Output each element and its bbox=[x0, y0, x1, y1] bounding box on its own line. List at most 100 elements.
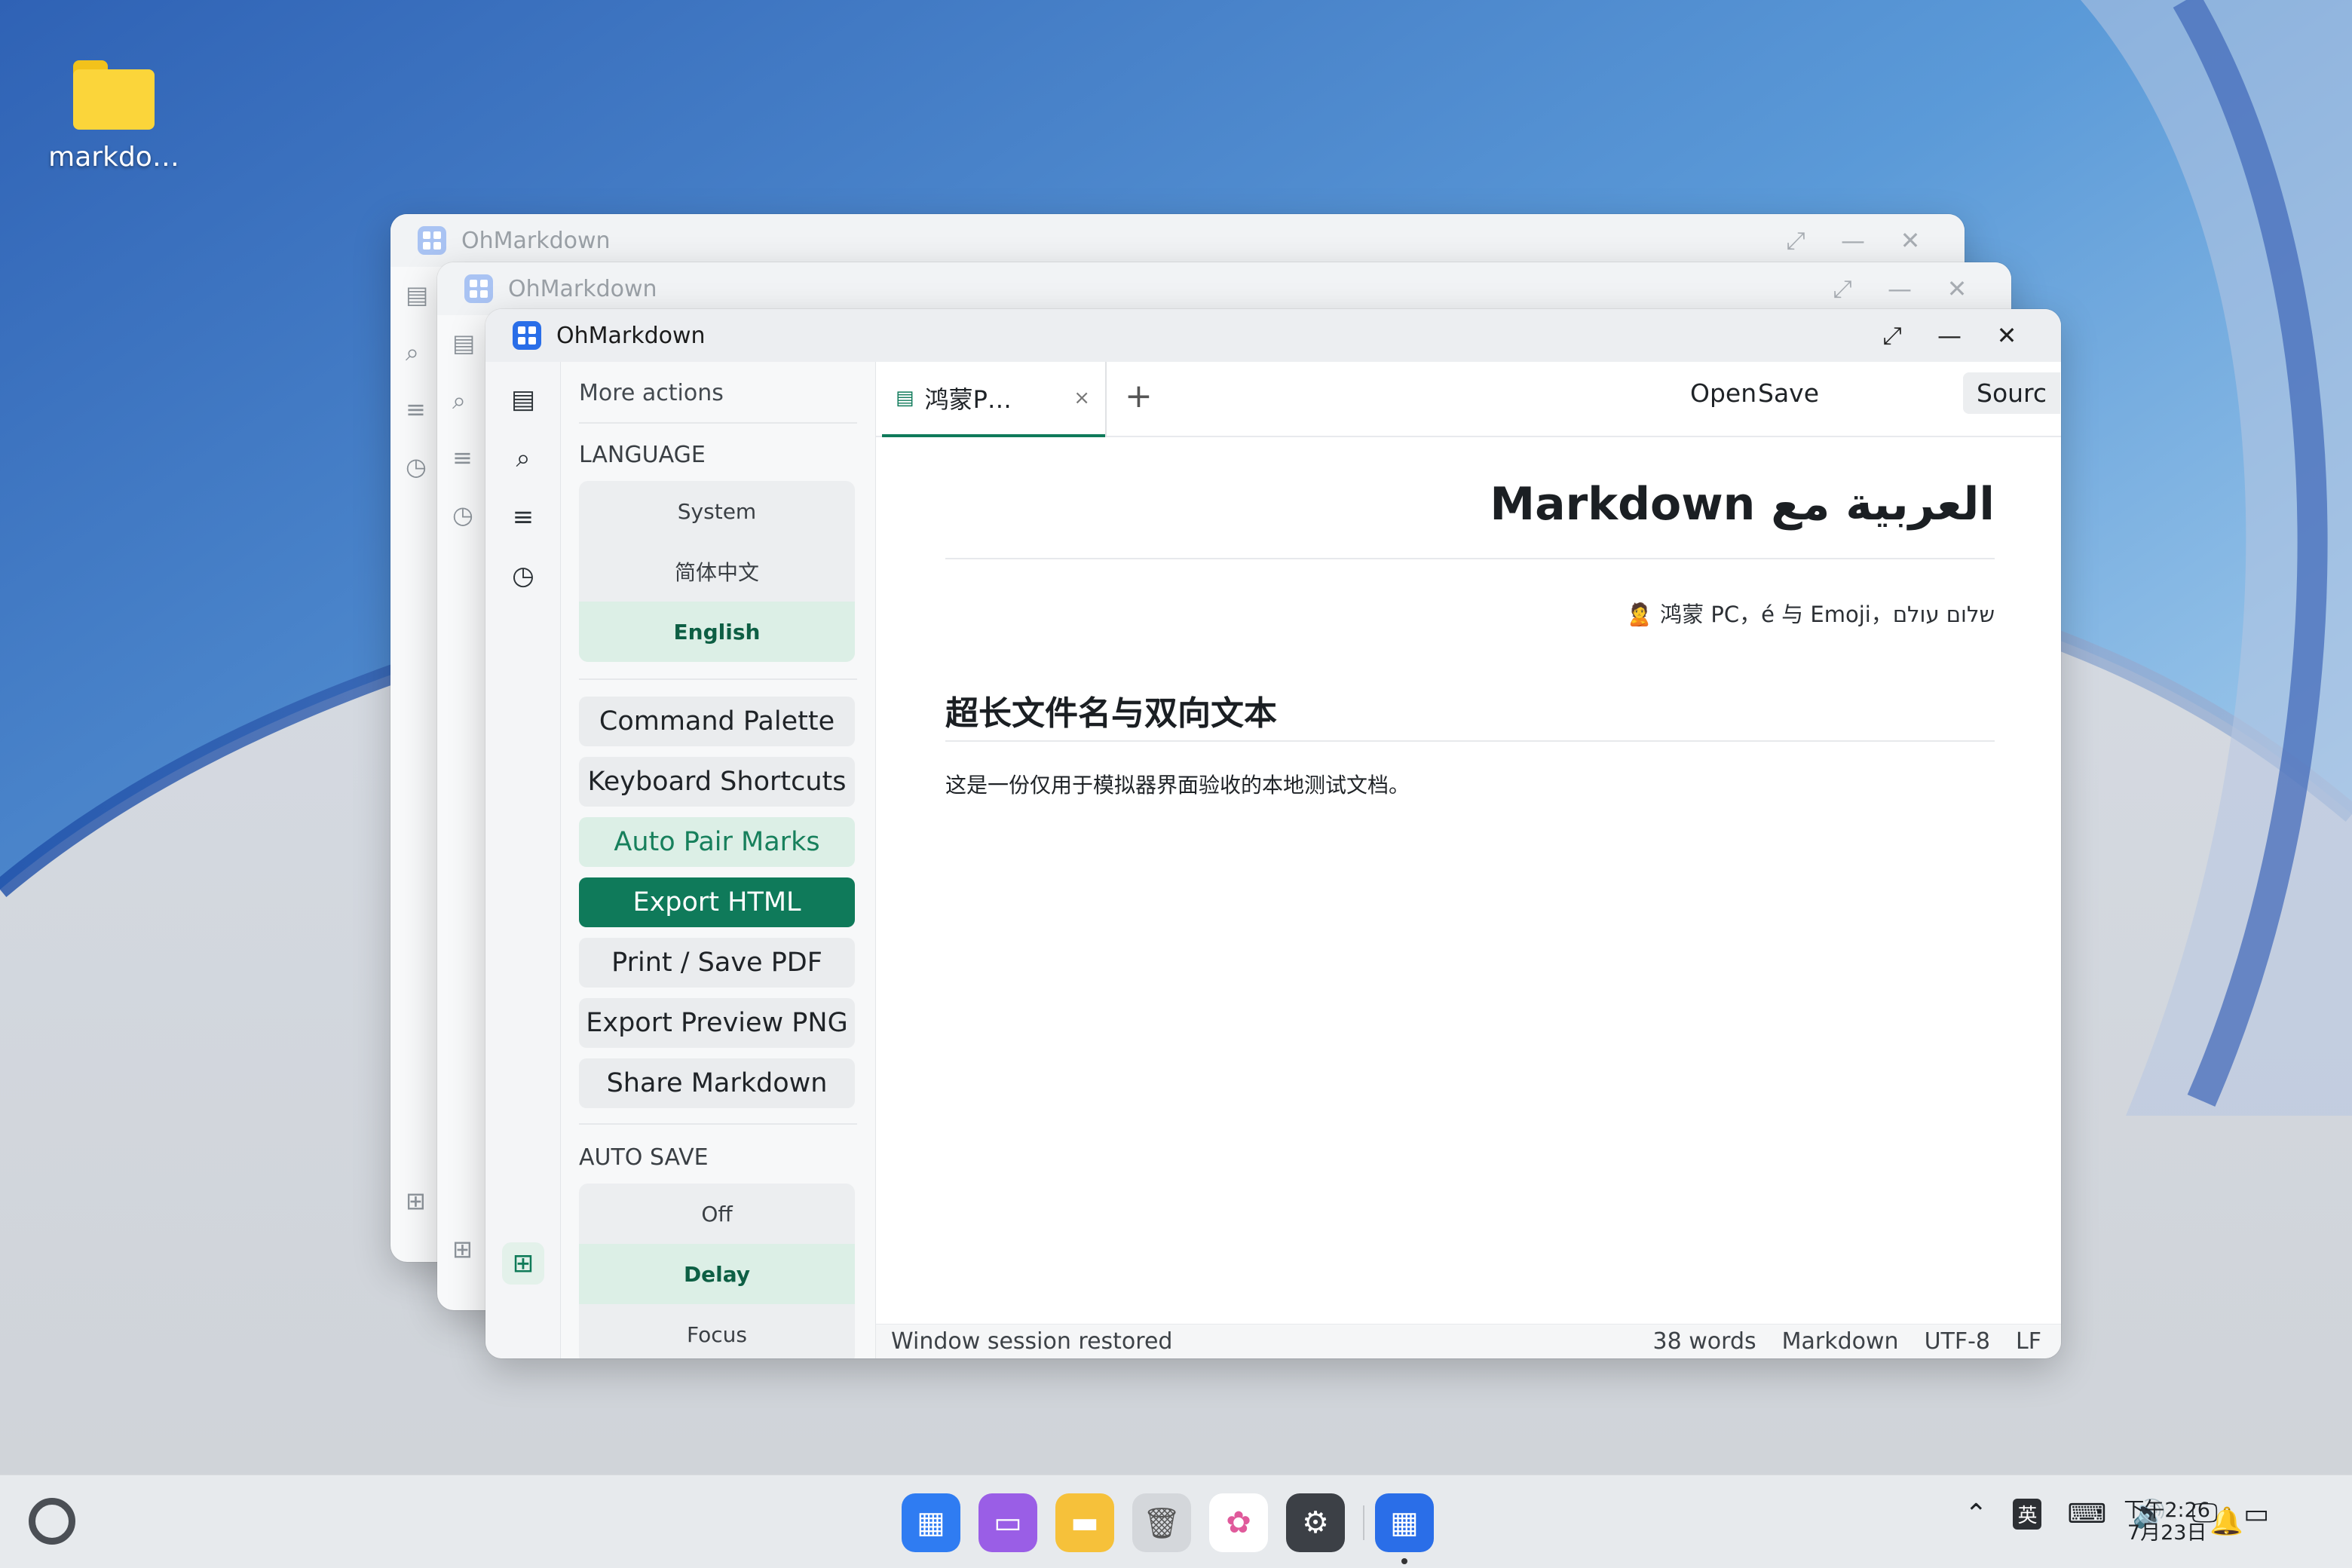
running-indicator bbox=[1401, 1558, 1407, 1564]
maximize-button[interactable]: ⤢ bbox=[1864, 321, 1921, 351]
gallery-icon[interactable]: ✿ bbox=[1209, 1493, 1268, 1552]
window-titlebar[interactable]: OhMarkdown ⤢ — ✕ bbox=[390, 214, 1965, 267]
apps-icon[interactable]: ⊞ bbox=[502, 1242, 544, 1285]
clock-time: 下午2:26 bbox=[2124, 1499, 2210, 1522]
language-option-system[interactable]: System bbox=[579, 481, 855, 541]
main-window[interactable]: OhMarkdown ⤢ — ✕ ▤ ⌕ ≡ ◷ ⊞ More actions … bbox=[485, 309, 2061, 1358]
outline-icon[interactable]: ≡ bbox=[452, 443, 473, 472]
keyboard-shortcuts-button[interactable]: Keyboard Shortcuts bbox=[579, 757, 855, 807]
app-center-icon[interactable]: ▦ bbox=[902, 1493, 960, 1552]
nav-rail: ▤ ⌕ ≡ ◷ ⊞ bbox=[485, 362, 561, 1358]
chevron-up-icon[interactable]: ⌃ bbox=[1965, 1499, 1987, 1530]
document-mode[interactable]: Markdown bbox=[1782, 1328, 1899, 1355]
file-icon: ▤ bbox=[896, 387, 914, 409]
window-title: OhMarkdown bbox=[556, 322, 706, 349]
app-logo-icon bbox=[464, 274, 493, 303]
search-icon[interactable]: ⌕ bbox=[502, 437, 544, 479]
document-icon[interactable]: ▤ bbox=[452, 329, 475, 357]
section-heading: 超长文件名与双向文本 bbox=[945, 694, 1277, 733]
history-icon[interactable]: ◷ bbox=[502, 555, 544, 597]
maximize-button[interactable]: ⤢ bbox=[1767, 226, 1824, 256]
battery-icon[interactable]: ▭ bbox=[2243, 1499, 2269, 1530]
clock[interactable]: 下午2:26 7月23日 bbox=[2124, 1499, 2210, 1545]
encoding[interactable]: UTF-8 bbox=[1925, 1328, 1990, 1355]
folder-icon bbox=[73, 60, 155, 130]
input-method-indicator[interactable]: 英 bbox=[2013, 1498, 2042, 1530]
divider bbox=[579, 678, 857, 680]
nav-rail: ▤ ⌕ ≡ ◷ ⊞ bbox=[437, 315, 482, 1310]
dock-separator bbox=[1363, 1505, 1364, 1540]
outline-icon[interactable]: ≡ bbox=[502, 496, 544, 538]
clock-date: 7月23日 bbox=[2127, 1521, 2207, 1545]
word-count: 38 words bbox=[1652, 1328, 1756, 1355]
new-tab-button[interactable]: + bbox=[1125, 377, 1153, 415]
keyboard-icon[interactable]: ⌨ bbox=[2067, 1499, 2106, 1530]
document-preview[interactable]: العربية مع Markdown 🙎 鸿蒙 PC，é 与 Emoji，של… bbox=[876, 437, 2061, 1324]
notification-bell-icon[interactable]: 🔔 bbox=[2210, 1505, 2243, 1537]
language-option-chinese[interactable]: 简体中文 bbox=[579, 541, 855, 602]
export-html-button[interactable]: Export HTML bbox=[579, 877, 855, 927]
close-button[interactable]: ✕ bbox=[1882, 226, 1939, 255]
heading-rule bbox=[945, 740, 1995, 742]
source-button[interactable]: Sourc bbox=[1963, 372, 2061, 414]
divider bbox=[579, 422, 857, 424]
window-title: OhMarkdown bbox=[508, 275, 657, 302]
save-button[interactable]: Save bbox=[1758, 378, 1819, 408]
outline-icon[interactable]: ≡ bbox=[406, 395, 426, 424]
trash-icon[interactable]: 🗑 bbox=[1132, 1493, 1191, 1552]
divider bbox=[579, 1123, 857, 1125]
command-palette-button[interactable]: Command Palette bbox=[579, 697, 855, 746]
close-button[interactable]: ✕ bbox=[1978, 321, 2035, 350]
window-title: OhMarkdown bbox=[461, 227, 611, 254]
maximize-button[interactable]: ⤢ bbox=[1814, 274, 1871, 304]
auto-save-heading: AUTO SAVE bbox=[579, 1144, 709, 1171]
close-tab-icon[interactable]: × bbox=[1073, 387, 1090, 409]
status-bar: Window session restored 38 words Markdow… bbox=[876, 1324, 2061, 1358]
minimize-button[interactable]: — bbox=[1871, 274, 1928, 303]
document-tab-label: 鸿蒙P… bbox=[924, 385, 1012, 414]
app-logo-icon bbox=[513, 321, 541, 350]
start-icon[interactable] bbox=[29, 1498, 75, 1545]
auto-save-selector: Off Delay Focus bbox=[579, 1184, 855, 1358]
files-icon[interactable]: ▬ bbox=[1055, 1493, 1114, 1552]
nav-rail: ▤ ⌕ ≡ ◷ ⊞ bbox=[390, 267, 436, 1262]
export-preview-png-button[interactable]: Export Preview PNG bbox=[579, 998, 855, 1048]
auto-save-option-delay[interactable]: Delay bbox=[579, 1244, 855, 1304]
document-meta-line: 🙎 鸿蒙 PC，é 与 Emoji，שלום עולם bbox=[1625, 602, 1995, 627]
minimize-button[interactable]: — bbox=[1921, 321, 1978, 350]
dock: ▦ ▭ ▬ 🗑 ✿ ⚙ ▦ bbox=[902, 1493, 1452, 1564]
open-button[interactable]: Open bbox=[1690, 378, 1756, 408]
document-icon[interactable]: ▤ bbox=[406, 280, 428, 309]
close-button[interactable]: ✕ bbox=[1928, 274, 1986, 303]
share-markdown-button[interactable]: Share Markdown bbox=[579, 1058, 855, 1108]
search-icon[interactable]: ⌕ bbox=[452, 386, 466, 415]
tab-bar: ▤ 鸿蒙P… × + Open Save Sourc bbox=[876, 362, 2061, 437]
settings-icon[interactable]: ⚙ bbox=[1286, 1493, 1345, 1552]
desktop-folder[interactable]: markdo… bbox=[35, 60, 193, 173]
print-save-pdf-button[interactable]: Print / Save PDF bbox=[579, 938, 855, 988]
desktop-folder-label: markdo… bbox=[48, 142, 179, 173]
minimize-button[interactable]: — bbox=[1824, 226, 1882, 255]
history-icon[interactable]: ◷ bbox=[406, 452, 427, 481]
document-icon[interactable]: ▤ bbox=[502, 378, 544, 421]
apps-icon[interactable]: ⊞ bbox=[406, 1187, 426, 1215]
taskbar: ▦ ▭ ▬ 🗑 ✿ ⚙ ▦ ⌃ 英 ⌨ 🔊 🖵 ▭ 下午2:26 7月23日 🔔 bbox=[0, 1475, 2352, 1568]
language-option-english[interactable]: English bbox=[579, 602, 855, 662]
app-logo-icon bbox=[418, 226, 446, 255]
window-titlebar[interactable]: OhMarkdown ⤢ — ✕ bbox=[437, 262, 2011, 315]
line-ending[interactable]: LF bbox=[2016, 1328, 2041, 1355]
tab-divider bbox=[1105, 362, 1107, 437]
auto-pair-marks-toggle[interactable]: Auto Pair Marks bbox=[579, 817, 855, 867]
auto-save-option-off[interactable]: Off bbox=[579, 1184, 855, 1244]
apps-icon[interactable]: ⊞ bbox=[452, 1235, 473, 1263]
history-icon[interactable]: ◷ bbox=[452, 501, 473, 529]
paragraph: 这是一份仅用于模拟器界面验收的本地测试文档。 bbox=[945, 773, 1410, 798]
document-title: العربية مع Markdown bbox=[1490, 478, 1995, 531]
more-actions-panel: More actions LANGUAGE System 简体中文 Englis… bbox=[561, 362, 876, 1358]
search-icon[interactable]: ⌕ bbox=[406, 338, 419, 367]
document-tab[interactable]: ▤ 鸿蒙P… × bbox=[882, 362, 1105, 437]
auto-save-option-focus[interactable]: Focus bbox=[579, 1304, 855, 1358]
multitask-icon[interactable]: ▭ bbox=[978, 1493, 1037, 1552]
ohmarkdown-app-icon[interactable]: ▦ bbox=[1375, 1493, 1434, 1564]
window-titlebar[interactable]: OhMarkdown ⤢ — ✕ bbox=[485, 309, 2061, 362]
